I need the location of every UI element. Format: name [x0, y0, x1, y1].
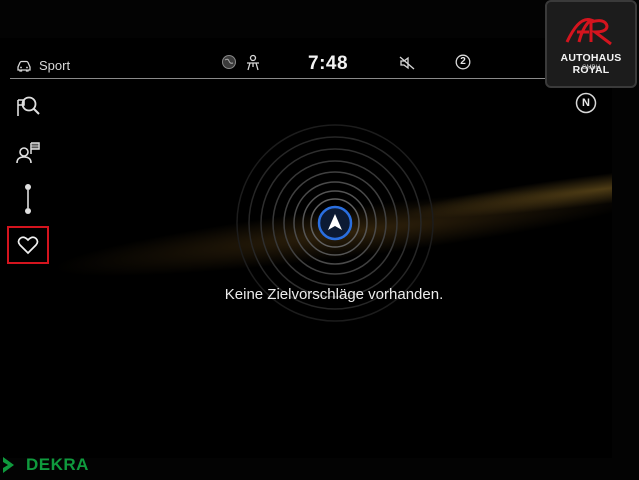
infotainment-screen: Sport 7:48 2 N Keine Zielvorschläge vorh… [0, 38, 612, 458]
dekra-text: DEKRA [26, 455, 89, 474]
dealer-name: AUTOHAUS ROYAL [560, 52, 622, 76]
status-bar: Sport 7:48 2 [0, 38, 612, 82]
favorites-button[interactable] [7, 226, 49, 264]
drive-mode-indicator[interactable]: Sport [16, 58, 70, 73]
contact-destination-button[interactable] [7, 134, 49, 172]
driver-icon [247, 54, 259, 71]
dealer-sub: GMBH [582, 65, 600, 71]
notification-count: 2 [460, 56, 466, 67]
route-icon [25, 184, 31, 214]
dealer-logo: AUTOHAUS ROYAL GMBH [545, 0, 637, 88]
clock: 7:48 [308, 53, 349, 74]
dekra-watermark: DEKRA [2, 455, 89, 475]
compass-button[interactable]: N [575, 92, 597, 114]
compass-label: N [582, 97, 590, 109]
status-divider [10, 78, 595, 79]
audio-muted-icon[interactable] [398, 55, 416, 71]
car-icon [17, 60, 31, 72]
destination-search-icon [17, 96, 40, 116]
destination-search-button[interactable] [7, 88, 49, 126]
notification-icon[interactable]: 2 [455, 54, 471, 70]
favorites-heart-icon [17, 236, 39, 255]
route-button[interactable] [7, 180, 49, 218]
dekra-logo-icon [3, 457, 14, 473]
globe-icon [222, 55, 236, 69]
drive-mode-label: Sport [39, 58, 71, 73]
dealer-logo-mark [565, 17, 612, 46]
navigation-menu [0, 86, 60, 286]
no-suggestions-message: Keine Zielvorschläge vorhanden. [224, 286, 444, 303]
contact-destination-icon [16, 142, 40, 164]
